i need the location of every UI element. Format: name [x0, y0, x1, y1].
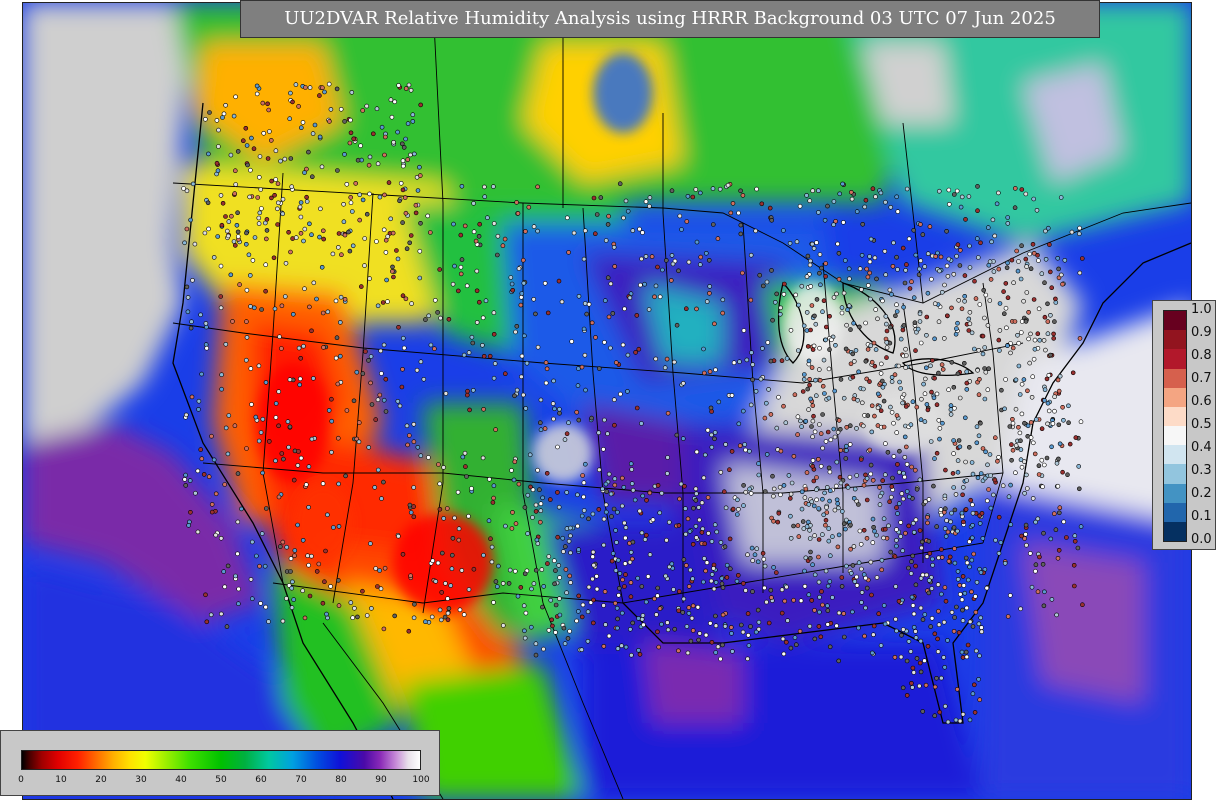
station-legend-label: 0.9 — [1191, 325, 1212, 340]
station-legend-swatch — [1164, 311, 1186, 331]
station-legend-swatch — [1164, 368, 1186, 389]
rh-colorbar-tick-label: 20 — [95, 775, 107, 785]
station-legend-label: 1.0 — [1191, 302, 1212, 317]
station-legend-swatch — [1164, 483, 1186, 504]
station-legend-swatch — [1164, 426, 1186, 446]
rh-colorbar-tick-label: 10 — [55, 775, 67, 785]
station-legend-swatch — [1164, 464, 1186, 484]
station-legend-label: 0.6 — [1191, 394, 1212, 409]
rh-colorbar-tick-label: 40 — [175, 775, 187, 785]
rh-colorbar-gradient — [21, 750, 421, 770]
rh-colorbar-tick-label: 90 — [375, 775, 387, 785]
station-legend-swatch — [1164, 349, 1186, 369]
station-legend-swatch — [1164, 330, 1186, 350]
station-legend-colorbar — [1163, 310, 1187, 542]
station-legend-label: 0.1 — [1191, 509, 1212, 524]
station-legend-swatch — [1164, 406, 1186, 427]
station-legend-label: 0.7 — [1191, 371, 1212, 386]
station-legend-label: 0.0 — [1191, 532, 1212, 547]
station-legend-label: 0.2 — [1191, 486, 1212, 501]
rh-analysis-map — [22, 2, 1192, 800]
station-legend-swatch — [1164, 445, 1186, 465]
station-legend-label: 0.8 — [1191, 348, 1212, 363]
station-legend-label: 0.3 — [1191, 463, 1212, 478]
rh-colorbar-tick-label: 80 — [335, 775, 347, 785]
map-title: UU2DVAR Relative Humidity Analysis using… — [240, 0, 1100, 38]
station-legend-swatch — [1164, 387, 1186, 408]
rh-colorbar-tick-label: 70 — [295, 775, 307, 785]
station-legend-label: 0.5 — [1191, 417, 1212, 432]
rh-field-map — [23, 3, 1191, 799]
rh-colorbar-tick-label: 50 — [215, 775, 227, 785]
station-legend-swatch — [1164, 502, 1186, 523]
station-value-legend: 1.0 0.9 0.8 0.7 0.6 0.5 0.4 0.3 0.2 0.1 0.0 — [1152, 300, 1216, 550]
station-legend-label: 0.4 — [1191, 440, 1212, 455]
rh-colorbar-tick-label: 0 — [18, 775, 24, 785]
rh-colorbar: 0 10 20 30 40 50 60 70 80 90 100 — [0, 730, 440, 796]
station-legend-swatch — [1164, 521, 1186, 542]
rh-colorbar-tick-label: 100 — [412, 775, 430, 785]
rh-colorbar-tick-label: 30 — [135, 775, 147, 785]
rh-colorbar-tick-label: 60 — [255, 775, 267, 785]
